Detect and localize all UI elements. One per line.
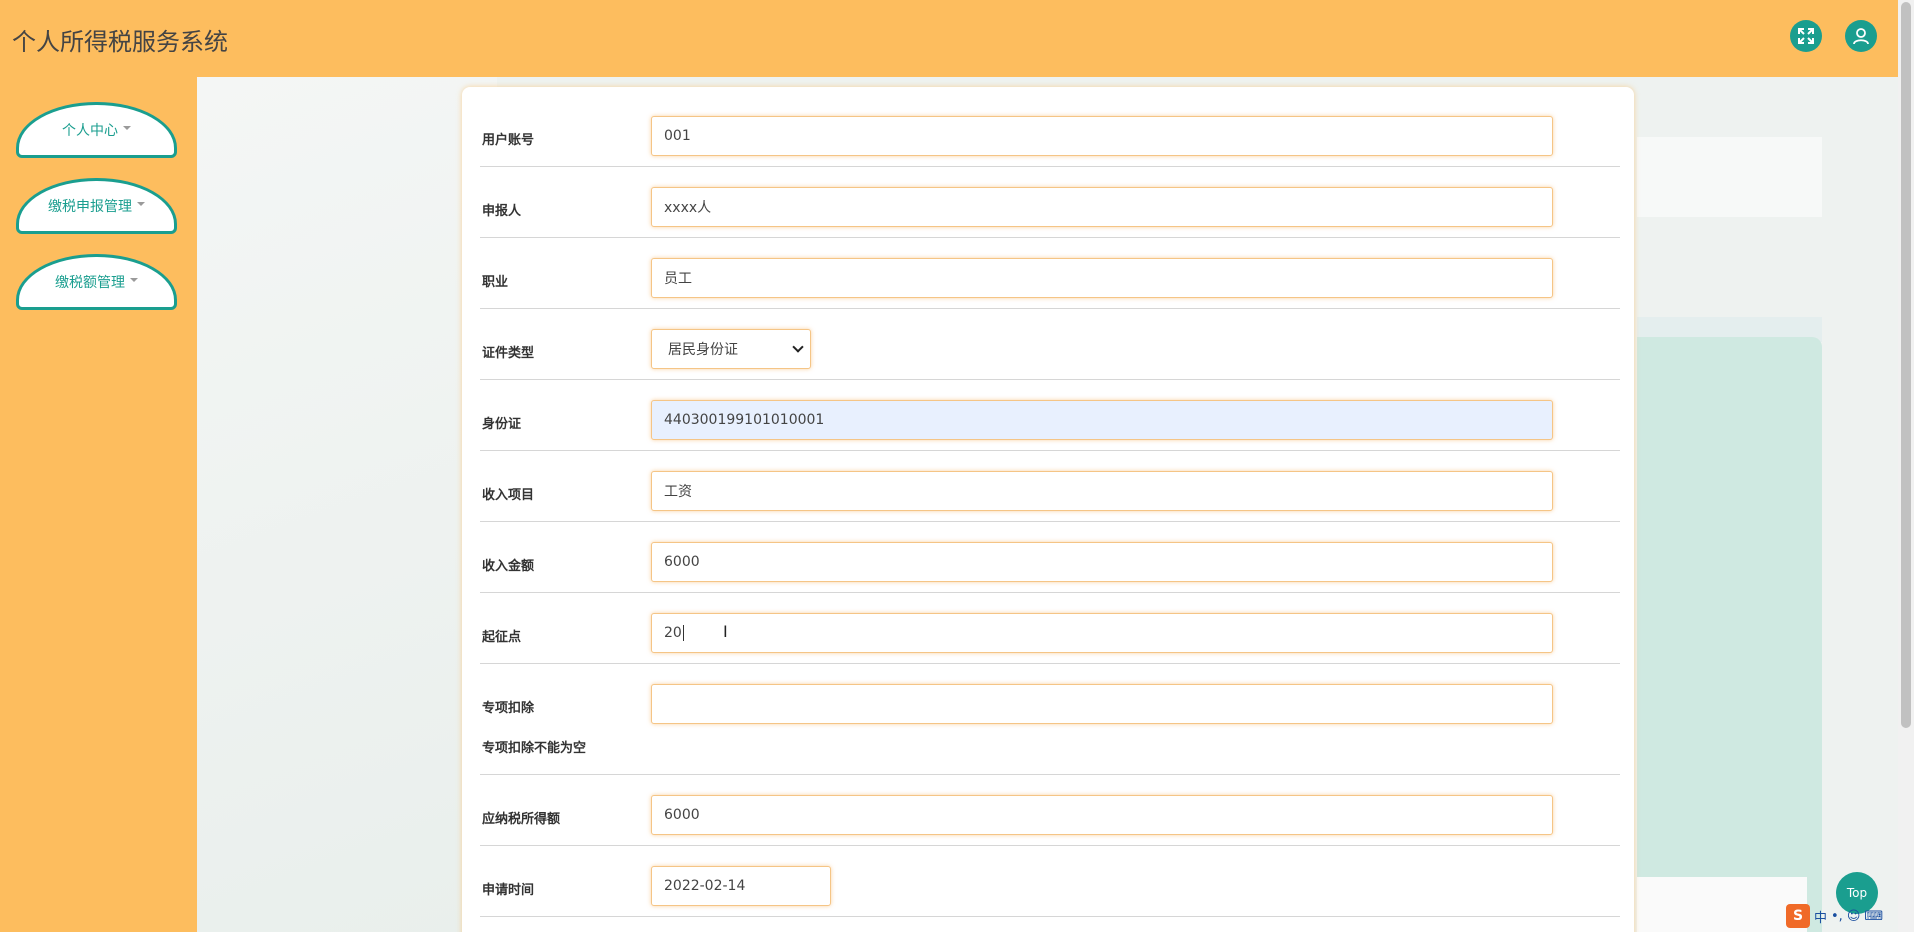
form-row-income-item: 收入项目 工资 [480,451,1620,522]
id-number-input[interactable]: 440300199101010001 [651,400,1553,440]
sidebar-item-label: 缴税申报管理 [48,199,132,215]
apply-date-input[interactable]: 2022-02-14 [651,866,831,906]
caret-down-icon [123,126,131,130]
background-panel [1637,137,1822,217]
fullscreen-icon [1798,28,1814,44]
field-value: 440300199101010001 [664,412,825,428]
declarant-input[interactable]: xxxx人 [651,187,1553,227]
keyboard-icon[interactable]: ⌨ [1864,909,1883,924]
sidebar: 个人中心 缴税申报管理 缴税额管理 [0,77,197,932]
field-label: 身份证 [482,417,522,432]
special-deduction-input[interactable] [651,684,1553,724]
form-row-user-account: 用户账号 001 [480,87,1620,167]
income-amount-input[interactable]: 6000 [651,542,1553,582]
id-type-select[interactable]: 居民身份证 [651,329,811,369]
form-row-declarant: 申报人 xxxx人 [480,167,1620,238]
background-illustration [1637,337,1822,932]
income-item-input[interactable]: 工资 [651,471,1553,511]
select-value: 居民身份证 [668,342,738,358]
form-row-income-amount: 收入金额 6000 [480,522,1620,593]
sidebar-item-tax-amount[interactable]: 缴税额管理 [16,254,177,310]
field-label: 收入金额 [482,559,535,574]
ime-toolbar[interactable]: S 中 •, ☺ ⌨ [1786,904,1898,928]
user-account-input[interactable]: 001 [651,116,1553,156]
field-label: 用户账号 [482,133,535,148]
form-row-threshold: 起征点 20 I [480,593,1620,664]
form-row-apply-date: 申请时间 2022-02-14 [480,846,1620,917]
field-label: 申报人 [482,204,522,219]
form-row-id-number: 身份证 440300199101010001 [480,380,1620,451]
ibeam-cursor-icon: I [723,622,728,641]
caret-down-icon [130,278,138,282]
form-row-id-type: 证件类型 居民身份证 [480,309,1620,380]
field-label: 收入项目 [482,488,535,503]
field-value: 6000 [664,807,700,823]
field-label: 起征点 [482,630,522,645]
field-label: 申请时间 [482,883,535,898]
background-panel [1637,877,1807,932]
field-value: 员工 [664,271,692,287]
caret-down-icon [137,202,145,206]
field-value: xxxx人 [664,200,712,216]
text-cursor [682,625,684,641]
fullscreen-button[interactable] [1790,20,1822,52]
sidebar-item-tax-declaration[interactable]: 缴税申报管理 [16,178,177,234]
field-value: 20 [664,625,682,641]
sidebar-item-label: 缴税额管理 [55,275,125,291]
chevron-down-icon [792,341,804,353]
app-title: 个人所得税服务系统 [12,28,228,56]
field-value: 工资 [664,484,692,500]
sidebar-item-label: 个人中心 [62,123,118,139]
field-label: 专项扣除 [482,701,535,716]
sogou-logo-icon: S [1786,904,1810,928]
user-button[interactable] [1845,20,1877,52]
page-scrollbar[interactable] [1898,0,1914,932]
field-label: 应纳税所得额 [482,812,561,827]
form-row-special-deduction: 专项扣除 专项扣除不能为空 [480,664,1620,775]
background-decoration [197,77,497,932]
taxable-income-input[interactable]: 6000 [651,795,1553,835]
emoji-icon[interactable]: ☺ [1847,909,1861,924]
user-icon [1853,28,1869,45]
scrollbar-thumb[interactable] [1901,2,1911,728]
declaration-form: 用户账号 001 申报人 xxxx人 职业 员工 证件类型 居民身份证 身份证 … [462,87,1634,932]
ime-punctuation[interactable]: •, [1831,909,1843,924]
ime-mode[interactable]: 中 [1814,907,1827,926]
field-value: 001 [664,128,691,144]
validation-error: 专项扣除不能为空 [482,741,587,756]
occupation-input[interactable]: 员工 [651,258,1553,298]
field-label: 职业 [482,275,509,290]
threshold-input[interactable]: 20 [651,613,1553,653]
form-row-occupation: 职业 员工 [480,238,1620,309]
form-row-taxable-income: 应纳税所得额 6000 [480,775,1620,846]
field-value: 6000 [664,554,700,570]
field-value: 2022-02-14 [664,878,746,894]
field-label: 证件类型 [482,346,535,361]
sidebar-item-personal-center[interactable]: 个人中心 [16,102,177,158]
app-header: 个人所得税服务系统 [0,0,1898,77]
